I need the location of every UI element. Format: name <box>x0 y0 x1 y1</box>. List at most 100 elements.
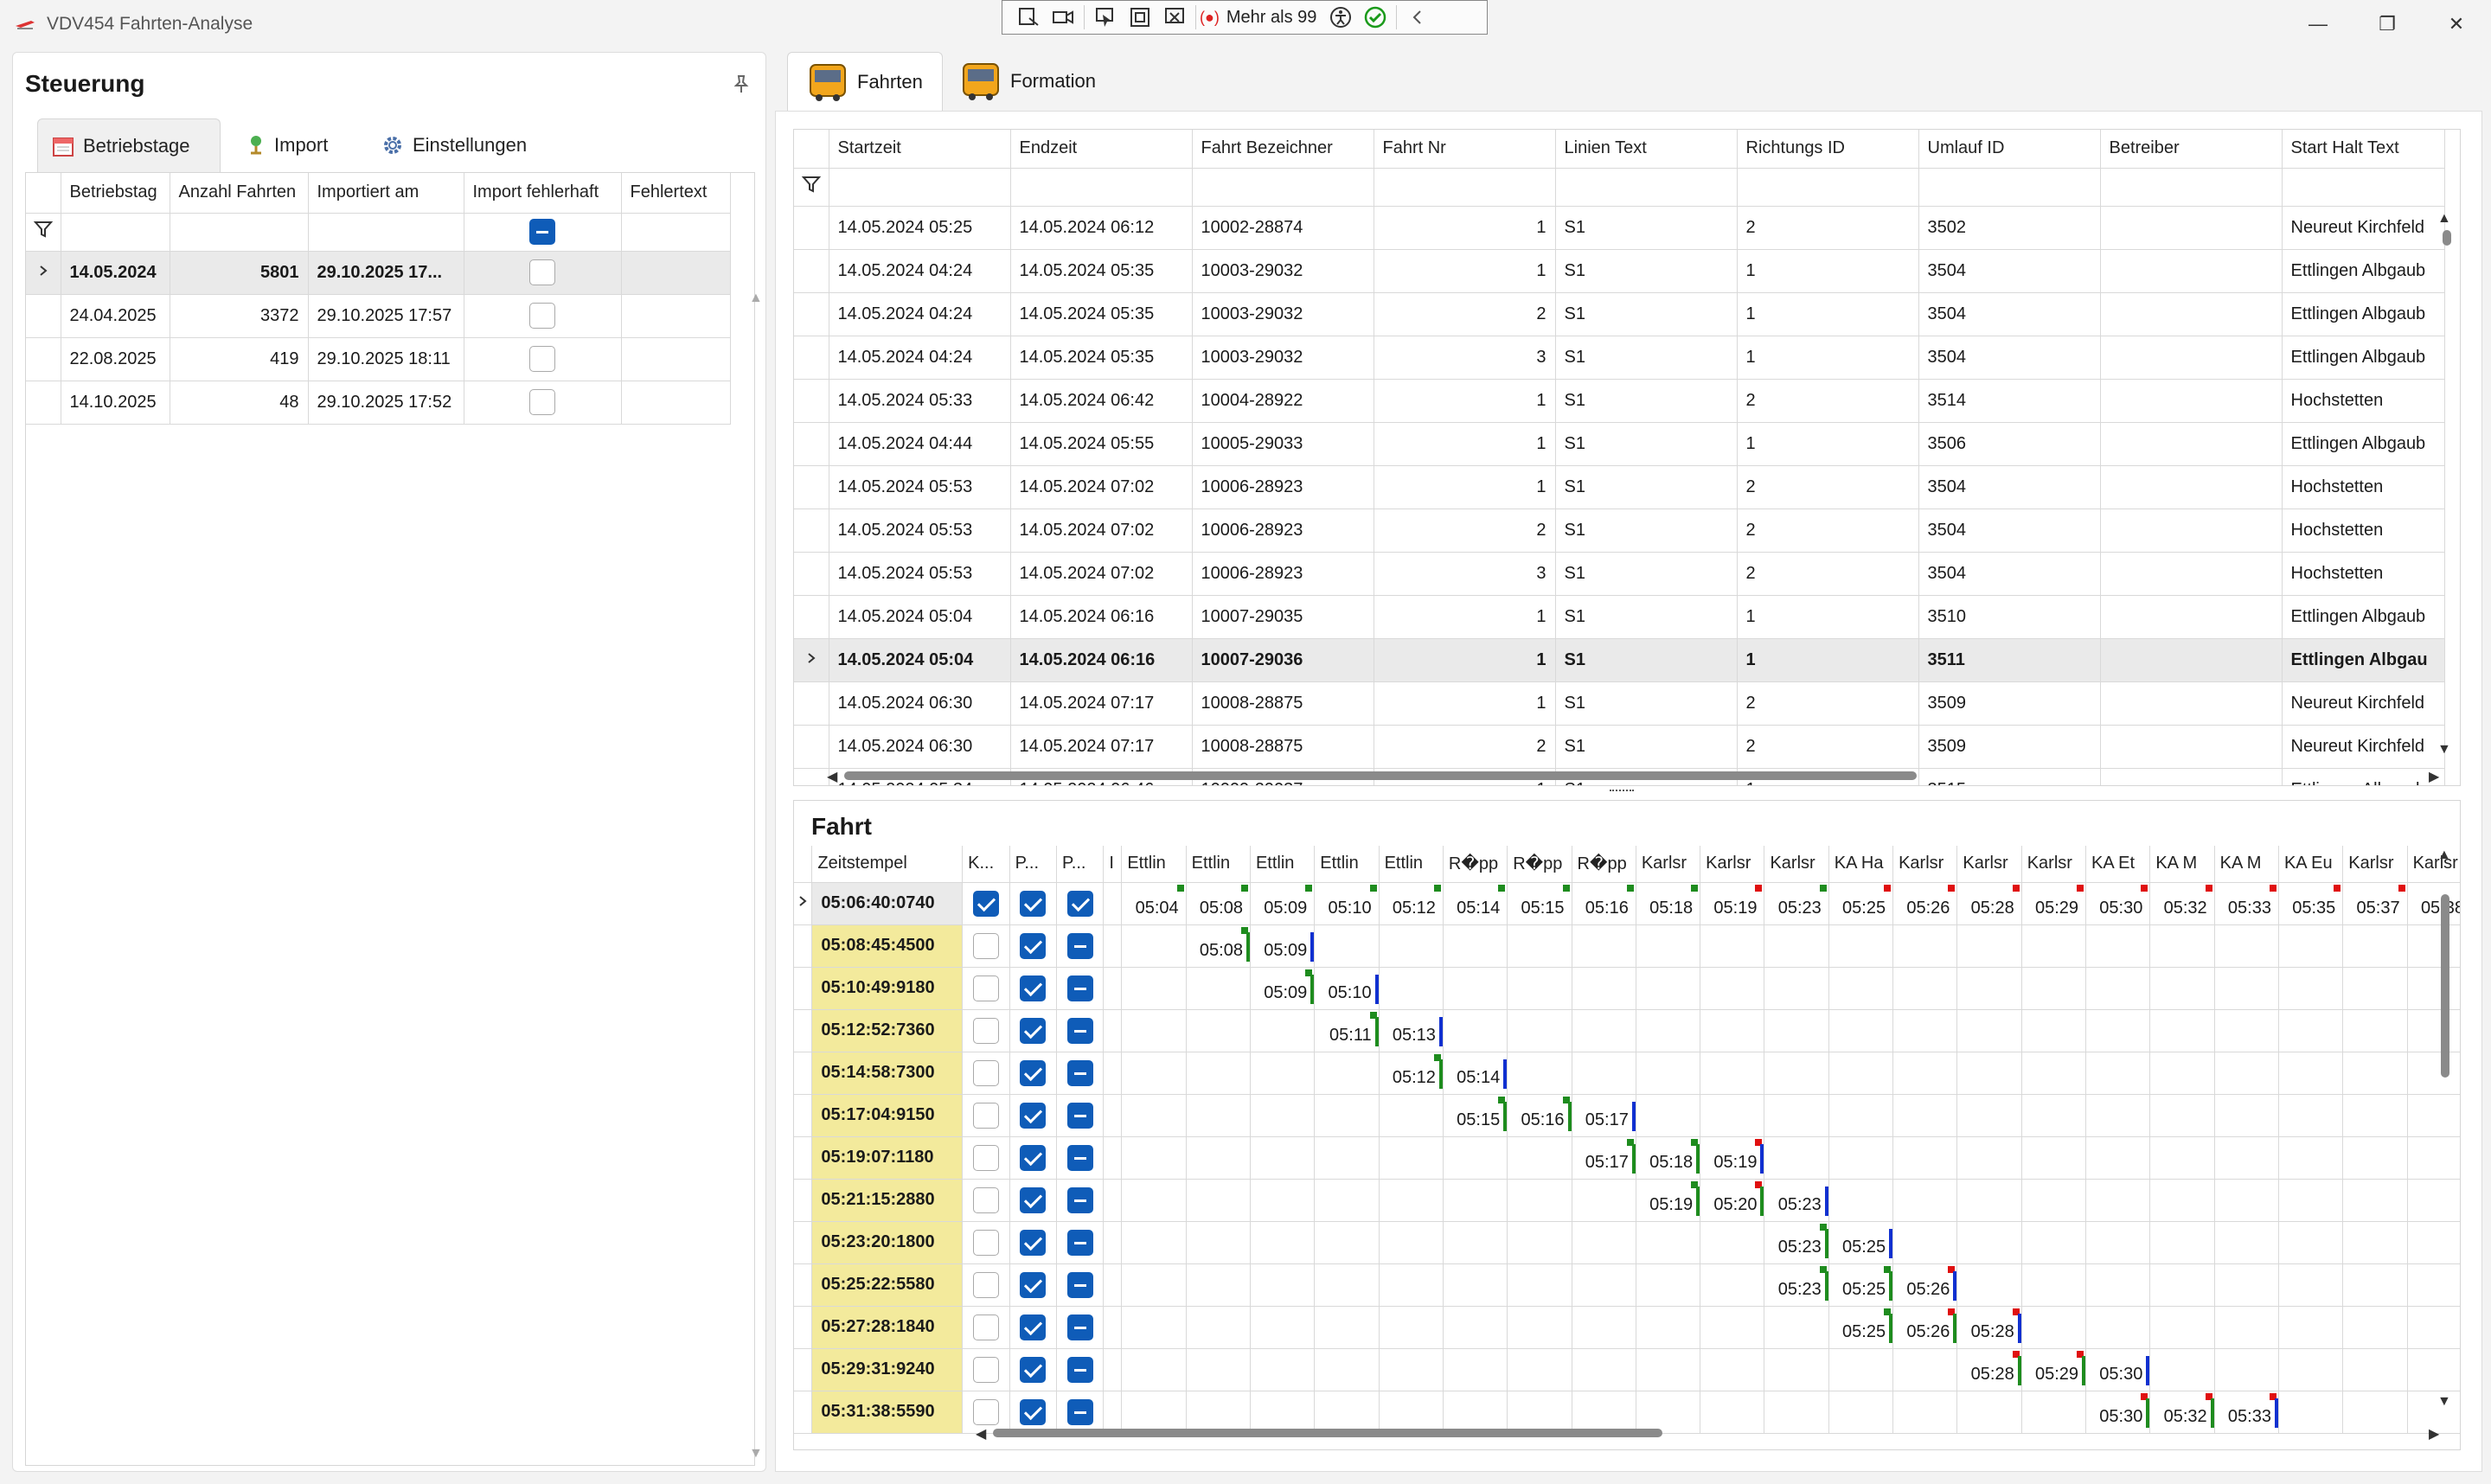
cell-start-halt-text[interactable]: Neureut Kirchfeld <box>2282 681 2445 726</box>
cell-startzeit[interactable]: 14.05.2024 05:04 <box>829 595 1011 639</box>
cell-stop-time[interactable] <box>1700 1348 1765 1391</box>
table-row[interactable]: 05:25:22:5580 05:23 05:25 05:26 <box>794 1263 2460 1307</box>
filter-cell[interactable] <box>1918 168 2101 207</box>
flag-checkbox[interactable] <box>1020 1187 1047 1213</box>
cell-stop-time[interactable] <box>1507 1263 1572 1307</box>
row-header[interactable] <box>794 1094 813 1137</box>
cell-stop-time[interactable] <box>1700 1263 1765 1307</box>
cell-linien-text[interactable]: S1 <box>1555 465 1738 509</box>
cell-stop-time[interactable] <box>2021 1263 2087 1307</box>
column-header-endzeit[interactable]: Endzeit <box>1010 130 1193 169</box>
cell-stop-time[interactable] <box>2149 1009 2215 1052</box>
cell-linien-text[interactable]: S1 <box>1555 206 1738 250</box>
cell-stop-time[interactable] <box>1764 1306 1829 1349</box>
cell-stop-time[interactable] <box>1956 1094 2022 1137</box>
flag-checkbox[interactable] <box>1020 1271 1047 1298</box>
cell-stop-time[interactable]: 05:33 <box>2214 882 2279 925</box>
cell-stop-time[interactable] <box>2407 1136 2460 1180</box>
cell-stop-time[interactable] <box>2278 1136 2344 1180</box>
cell-stop-time[interactable] <box>2278 1221 2344 1264</box>
cell-flag[interactable] <box>962 1179 1010 1222</box>
cell-stop-time[interactable] <box>2021 967 2087 1010</box>
table-row[interactable]: 14.05.2024 05:04 14.05.2024 06:16 10007-29… <box>794 638 2445 682</box>
row-header[interactable] <box>794 1391 813 1434</box>
cell-stop-time[interactable] <box>2149 967 2215 1010</box>
cell-stop-time[interactable] <box>2407 1094 2460 1137</box>
cell-richtungs-id[interactable]: 1 <box>1737 249 1919 293</box>
cell-stop-time[interactable] <box>1250 1052 1316 1095</box>
cell-endzeit[interactable]: 14.05.2024 07:02 <box>1010 552 1193 596</box>
cell-betreiber[interactable] <box>2100 465 2283 509</box>
close-button[interactable]: ✕ <box>2422 7 2491 42</box>
cell-richtungs-id[interactable]: 1 <box>1737 595 1919 639</box>
row-header[interactable] <box>26 381 61 425</box>
cell-stop-time[interactable] <box>2085 1306 2151 1349</box>
column-header-zeitstempel[interactable]: Zeitstempel <box>811 846 964 883</box>
scroll-up-arrow-icon[interactable]: ▲ <box>2437 211 2451 227</box>
cell-stop-time[interactable] <box>1250 1306 1316 1349</box>
table-row[interactable]: 14.05.2024 04:24 14.05.2024 05:35 10003-29… <box>794 292 2445 336</box>
cell-start-halt-text[interactable]: Ettlingen Albgau <box>2282 638 2445 682</box>
cell-stop-time[interactable] <box>1956 1263 2022 1307</box>
cell-stop-time[interactable] <box>2342 1094 2408 1137</box>
cell-stop-time[interactable] <box>1314 1094 1380 1137</box>
cell-startzeit[interactable]: 14.05.2024 05:04 <box>829 638 1011 682</box>
cell-stop-time[interactable] <box>2214 1179 2279 1222</box>
cell-stop-time[interactable] <box>2021 1179 2087 1222</box>
table-row[interactable]: 14.05.2024 05:53 14.05.2024 07:02 10006-28… <box>794 509 2445 553</box>
cell-stop-time[interactable] <box>2149 1306 2215 1349</box>
cell-stop-time[interactable]: 05:20 <box>1700 1179 1765 1222</box>
scroll-down-arrow-icon[interactable]: ▼ <box>2437 742 2451 758</box>
flag-checkbox[interactable] <box>1020 1356 1047 1383</box>
cell-betreiber[interactable] <box>2100 422 2283 466</box>
cell-startzeit[interactable]: 14.05.2024 06:30 <box>829 681 1011 726</box>
flag-checkbox[interactable] <box>1066 1229 1093 1256</box>
cell-stop-time[interactable] <box>2021 1306 2087 1349</box>
cell-fahrt-nr[interactable]: 1 <box>1374 422 1556 466</box>
cell-stop-time[interactable]: 05:16 <box>1507 1094 1572 1137</box>
cell-zeitstempel[interactable]: 05:31:38:5590 <box>811 1391 964 1434</box>
cell-richtungs-id[interactable]: 2 <box>1737 725 1919 769</box>
cell-stop-time[interactable] <box>1892 1094 1958 1137</box>
cell-start-halt-text[interactable]: Hochstetten <box>2282 379 2445 423</box>
vertical-scrollbar[interactable] <box>2443 230 2451 246</box>
cell-stop-time[interactable] <box>2214 1094 2279 1137</box>
column-header-import-fehlerhaft[interactable]: Import fehlerhaft <box>464 173 622 214</box>
cell-stop-time[interactable] <box>2278 1052 2344 1095</box>
cell-richtungs-id[interactable]: 1 <box>1737 336 1919 380</box>
cell-stop-time[interactable] <box>1250 1009 1316 1052</box>
table-row[interactable]: 05:29:31:9240 05:28 05:29 05:30 <box>794 1348 2460 1391</box>
cell-richtungs-id[interactable]: 2 <box>1737 509 1919 553</box>
column-header-stop[interactable]: Karlsr <box>2021 846 2087 883</box>
cell-zeitstempel[interactable]: 05:19:07:1180 <box>811 1136 964 1180</box>
filter-cell[interactable] <box>1010 168 1193 207</box>
flag-checkbox[interactable] <box>1066 932 1093 959</box>
cell-stop-time[interactable] <box>1186 1009 1251 1052</box>
cell-stop-time[interactable]: 05:16 <box>1572 882 1636 925</box>
horizontal-scrollbar[interactable] <box>993 1429 1662 1437</box>
column-header-betreiber[interactable]: Betreiber <box>2100 130 2283 169</box>
cell-anzahl[interactable]: 5801 <box>170 251 309 295</box>
cell-stop-time[interactable] <box>1636 1391 1701 1434</box>
cell-fahrt-bezeichner[interactable]: 10003-29032 <box>1192 336 1374 380</box>
cell-stop-time[interactable] <box>2407 1263 2460 1307</box>
filter-cell[interactable] <box>464 213 622 252</box>
row-header[interactable] <box>794 595 829 639</box>
column-header-stop[interactable]: Karlsr <box>1892 846 1958 883</box>
cell-endzeit[interactable]: 14.05.2024 06:12 <box>1010 206 1193 250</box>
cell-flag[interactable] <box>962 1009 1010 1052</box>
cell-stop-time[interactable]: 05:18 <box>1636 882 1701 925</box>
cell-stop-time[interactable] <box>1828 1391 1894 1434</box>
column-header-stop[interactable]: Ettlin <box>1250 846 1316 883</box>
cell-stop-time[interactable] <box>2407 1052 2460 1095</box>
column-header-stop[interactable]: Ettlin <box>1314 846 1380 883</box>
cell-stop-time[interactable] <box>1121 1391 1187 1434</box>
flag-checkbox[interactable] <box>1020 932 1047 959</box>
cell-stop-time[interactable] <box>1314 1348 1380 1391</box>
flag-checkbox[interactable] <box>1066 1144 1093 1171</box>
cell-endzeit[interactable]: 14.05.2024 05:35 <box>1010 336 1193 380</box>
flag-checkbox[interactable] <box>972 1187 999 1213</box>
cell-stop-time[interactable] <box>1443 1009 1508 1052</box>
cell-stop-time[interactable] <box>1828 1136 1894 1180</box>
cell-flag[interactable] <box>1009 1348 1058 1391</box>
